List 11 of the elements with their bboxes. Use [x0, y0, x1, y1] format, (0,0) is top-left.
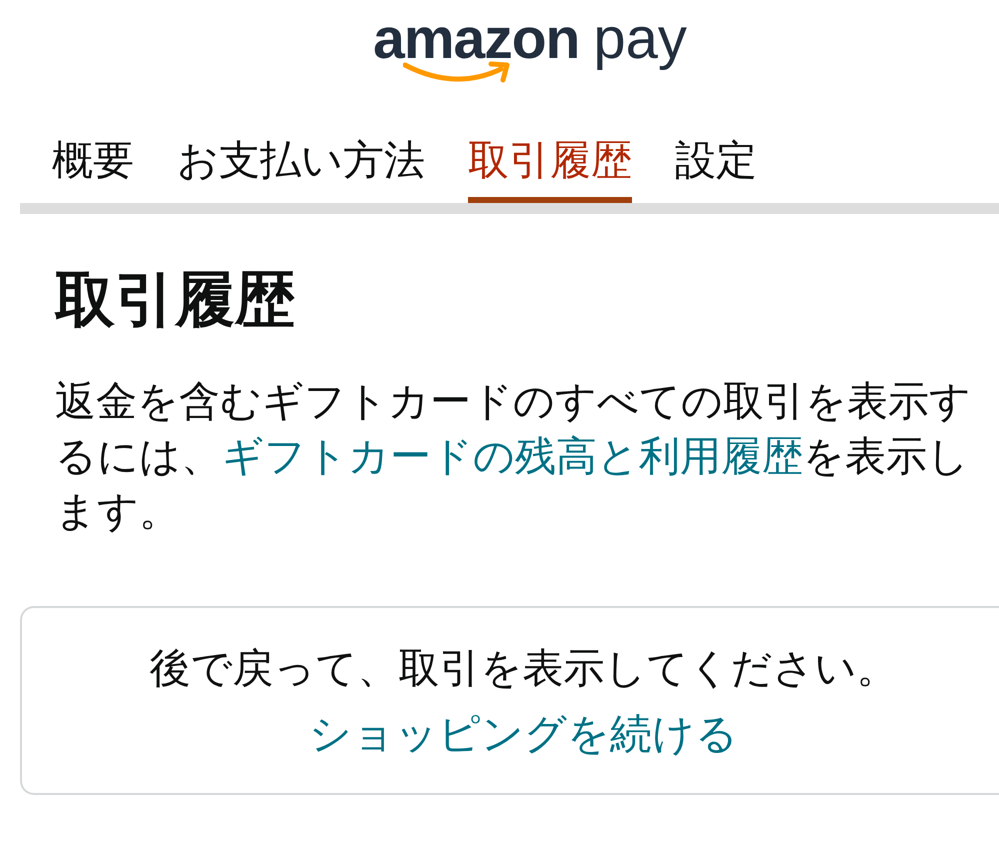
intro-text: 返金を含むギフトカードのすべての取引を表示するには、ギフトカードの残高と利用履歴を表示します。 — [55, 376, 972, 537]
nav-tab[interactable]: 設定 — [675, 136, 757, 203]
nav-tab[interactable]: 概要 — [52, 136, 134, 203]
page-heading: 取引履歴 — [55, 264, 296, 336]
continue-shopping-link[interactable]: ショッピングを続ける — [309, 709, 738, 758]
notice-message: 後で戻って、取引を表示してください。 — [148, 643, 898, 694]
nav-tab[interactable]: お支払い方法 — [177, 136, 425, 203]
balance-history-link[interactable]: ギフトカードの残高と利用履歴 — [222, 432, 803, 480]
logo-wordmark: amazon — [373, 11, 580, 68]
smile-arrow-icon — [403, 61, 512, 85]
logo-wordmark: pay — [593, 10, 687, 68]
